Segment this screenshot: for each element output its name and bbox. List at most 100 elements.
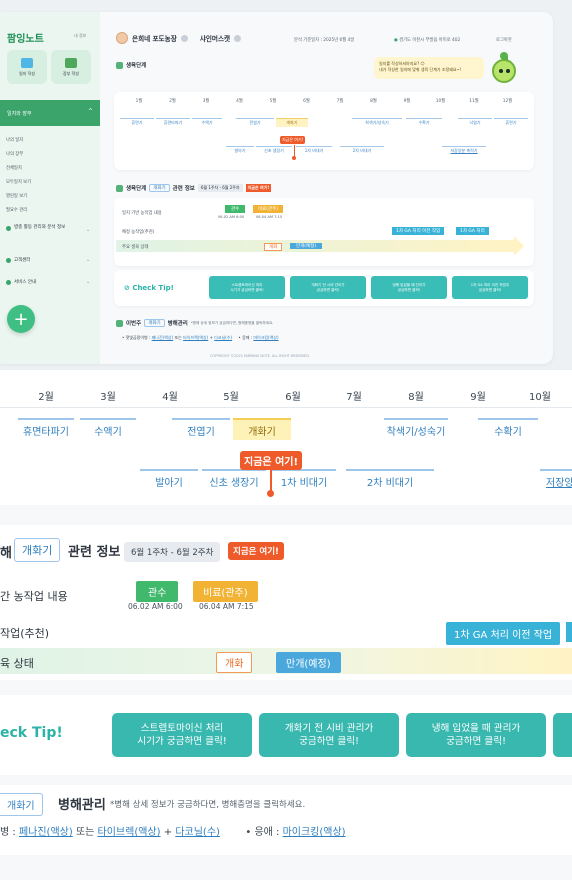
add-fab-button[interactable]: + [7,305,35,333]
row-planned-work: 작업(추천) [0,627,50,640]
stage-dormancy-break[interactable]: 휴면타파기 [18,418,74,440]
chevron-down-icon: ⌄ [86,257,91,263]
sidebar-sub-my-ledger[interactable]: 나의 장부 [6,151,23,157]
sidebar-sub-manage[interactable]: 필요수 관리 [6,207,27,213]
stage-sap[interactable]: 수액기 [80,418,136,440]
location-pin-icon: ● [394,38,398,43]
tip-button-streptomycin[interactable]: 스트렙토마이신 처리 시기가 궁금하면 클릭! [209,276,285,299]
variety-select-icon[interactable] [234,34,242,42]
stage-storage[interactable]: 저장양 [540,469,572,491]
tag-fertilizer[interactable]: 비료(관주) [253,205,284,213]
chart-icon [116,61,123,69]
tag-ga-pre[interactable]: 1차 GA 처리 이전 작업 [392,227,445,235]
sidebar-item-journal-ledger[interactable]: 일지와 장부 ^ [0,100,100,126]
tag-watering[interactable]: 관수 [136,581,179,602]
pest-link-daconil[interactable]: 다코닐(수) [175,827,220,838]
overview-screenshot: 팜잉노트 내 정보 일지 작성 장부 작성 일지와 장부 ^ 나의 일지 나의 … [0,0,572,370]
tip-button-streptomycin[interactable]: 스트렙토마이신 처리 시기가 궁금하면 클릭! [112,713,252,757]
write-journal-button[interactable]: 일지 작성 [7,50,47,84]
tip-button-fertilize[interactable]: 개화기 전 시비 관리가 궁금하면 클릭! [259,713,399,757]
mini-month-5: 5월 [269,99,277,104]
sidebar-sub-my-journal[interactable]: 나의 일지 [6,137,23,143]
mini-stage-dormancy-2[interactable]: 휴면기 [494,118,528,127]
stage-ripening[interactable]: 착색기/성숙기 [384,418,448,440]
month-label-7: 8월 [408,392,424,403]
stage-shoot[interactable]: 신초 생장기 [202,469,266,491]
check-tip-title: ⊘ Check Tip! [124,284,174,292]
sidebar-sub-everyone-journal[interactable]: 모두일지 보기 [6,179,31,185]
tag-watering[interactable]: 관수 [225,205,246,213]
mini-stage-leaf[interactable]: 전엽기 [236,118,274,127]
pest-link-mite[interactable]: 마이크킹(액상) [253,335,278,340]
chevron-down-icon: ⌄ [86,279,91,285]
month-label-4: 5월 [223,392,239,403]
mini-stage-leaf-fall[interactable]: 낙엽기 [458,118,492,127]
sidebar-item-support[interactable]: 고객센터 ⌄ [6,257,90,263]
avatar[interactable] [116,32,128,44]
tip-button-ga-clipped[interactable] [553,713,572,757]
mini-stage-shoot[interactable]: 신초 생장기 [256,146,292,155]
tag-ga-clipped[interactable] [566,622,572,642]
mini-stage-dormancy-break[interactable]: 휴면타파기 [156,118,190,127]
check-circle-icon: ⊘ [124,284,130,292]
farm-select-icon[interactable] [180,34,188,42]
mini-stage-storage[interactable]: 저장양분 축적기 [442,146,486,155]
pest-title: 이번주 개화기 병해관리 *병해 상세 정보가 궁금하다면, 병해충명을 클릭하… [116,319,273,327]
sidebar-sub-view[interactable]: 영린일 보기 [6,193,27,199]
my-info-link[interactable]: 내 정보 [74,33,86,39]
stage-first-growth[interactable]: 1차 비대기 [272,469,336,491]
stage-harvest[interactable]: 수확기 [478,418,538,440]
sidebar: 팜잉노트 내 정보 일지 작성 장부 작성 일지와 장부 ^ 나의 일지 나의 … [0,12,100,364]
tip-button-frost[interactable]: 냉해 입었을 때 관리가 궁금하면 클릭! [406,713,546,757]
pest-link-phenazine[interactable]: 페나진(액상) [152,335,174,340]
mini-stage-dormancy[interactable]: 휴면기 [120,118,154,127]
month-label-9: 10월 [529,392,551,403]
tag-flowering[interactable]: 개화 [264,243,283,251]
sidebar-item-service[interactable]: 서비스 안내 ⌄ [6,279,90,285]
tip-button-frost[interactable]: 냉해 입었을 때 관리가 궁금하면 클릭! [371,276,447,299]
tag-flowering[interactable]: 개화 [216,652,253,673]
tag-fertilizer[interactable]: 비료(관주) [193,581,258,602]
tag-ga[interactable]: 1차 GA 처리 [456,227,489,235]
pest-stage-chip: 개화기 [0,793,43,816]
stage-leaf[interactable]: 전엽기 [172,418,230,440]
app-logo[interactable]: 팜잉노트 [7,30,44,45]
mini-month-10: 10월 [435,99,446,104]
stage-second-growth[interactable]: 2차 비대기 [346,469,434,491]
mini-stage-flowering[interactable]: 개화기 [276,118,308,127]
pest-link-phenazine[interactable]: 페나진(액상) [19,827,73,838]
stage-budbreak[interactable]: 발아기 [140,469,198,491]
stage-flowering[interactable]: 개화기 [233,418,291,440]
mini-stage-sap[interactable]: 수액기 [192,118,222,127]
tip-button-fertilize[interactable]: 개화기 전 시비 관리가 궁금하면 클릭! [290,276,366,299]
month-label-1: 2월 [38,392,54,403]
tag-full-bloom[interactable]: 만개(예정) [276,652,341,673]
pest-link-taibrek[interactable]: 타이브렉(액상) [98,827,161,838]
sidebar-sub-all-journal[interactable]: 전체일지 [6,165,22,171]
pest-note: *병해 상세 정보가 궁금하다면, 병해충명을 클릭하세요. [110,800,306,810]
tag-full-bloom[interactable]: 만개(예정) [290,243,323,249]
mini-stage-harvest[interactable]: 수확기 [406,118,442,127]
week-chip: 6월 1주차 - 6월 2주차 [124,542,221,562]
check-tip-title: eck Tip! [0,725,63,741]
zoom-detail: 2월 3월 4월 5월 6월 7월 8월 9월 10월 휴면타파기 수액기 전엽기 개화기 착색… [0,370,572,880]
write-ledger-button[interactable]: 장부 작성 [51,50,91,84]
pest-link-daconil[interactable]: 다코닐(수) [214,335,232,340]
growth-stage-title: 생육단계 [116,61,146,69]
mini-stage-budbreak[interactable]: 발아기 [226,146,254,155]
tip-button-ga[interactable]: 1차 GA 처리 이전 작업이 궁금하면 클릭! [452,276,528,299]
info-icon [116,184,123,192]
arrow-icon [514,236,524,256]
sidebar-item-pest-analysis[interactable]: 병충 활동 관리와 분석 정보 ⌄ [6,225,90,233]
logout-button[interactable]: 로그아웃 [496,37,512,43]
tag-ga-pre[interactable]: 1차 GA 처리 이전 작업 [446,622,561,645]
mini-stage-second-growth[interactable]: 2차 비대기 [340,146,384,155]
mini-stage-ripening[interactable]: 착색기/성숙기 [352,118,402,127]
pest-link-mite[interactable]: 마이크킹(액상) [283,827,346,838]
pest-link-taibrek[interactable]: 타이브렉(액상) [183,335,208,340]
mini-month-4: 4월 [236,99,243,104]
mini-month-1: 1월 [135,99,143,104]
mini-stage-first-growth[interactable]: 1차 비대기 [296,146,332,155]
month-label-3: 4월 [162,392,178,403]
zoom-pest: 개화기 병해관리 *병해 상세 정보가 궁금하다면, 병해충명을 클릭하세요. … [0,785,572,855]
